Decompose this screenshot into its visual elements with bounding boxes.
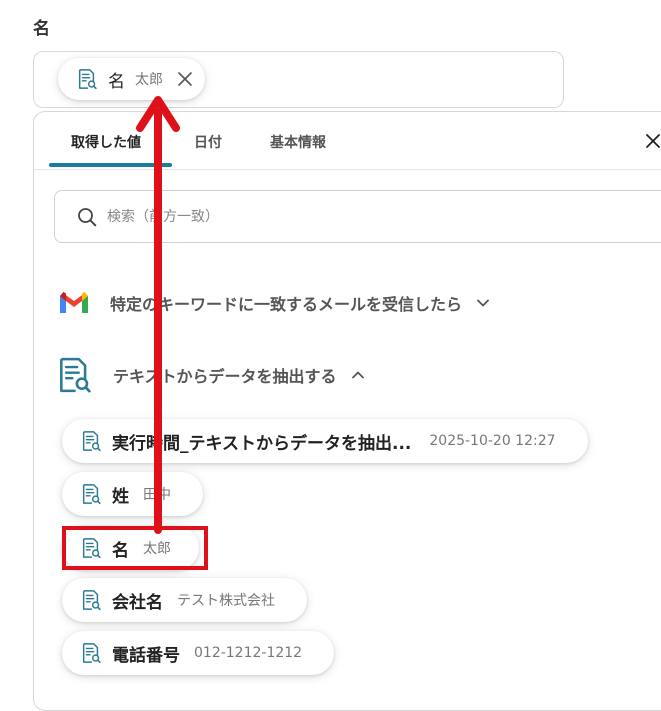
tab-date[interactable]: 日付 [194,132,222,152]
selected-variable-chip[interactable]: 名 太郎 [58,58,205,100]
search-input[interactable] [105,207,509,226]
selected-chip-name: 名 [108,71,125,92]
document-search-icon [80,483,102,505]
chevron-up-icon [351,371,364,379]
list-item[interactable]: 姓 田中 [62,472,203,516]
item-name: 電話番号 [112,645,180,666]
selected-chip-value: 太郎 [135,72,163,88]
item-value: テスト株式会社 [177,593,275,609]
gmail-icon [60,291,88,313]
item-name: 姓 [112,486,129,507]
active-tab-indicator [49,163,172,167]
document-search-icon [80,589,102,611]
document-search-icon [76,68,98,90]
tab-basic-info[interactable]: 基本情報 [270,132,326,152]
list-item[interactable]: 会社名 テスト株式会社 [62,578,307,622]
group-extract-data[interactable]: テキストからデータを抽出する [55,356,365,394]
close-icon[interactable] [177,71,193,87]
list-item[interactable]: 実行時間_テキストからデータを抽出... 2025-10-20 12:27 [62,419,588,463]
tab-bar: 取得した値 日付 基本情報 [34,112,661,170]
document-search-icon [80,430,102,452]
group-label: 特定のキーワードに一致するメールを受信したら [110,295,463,314]
search-box [54,190,661,243]
group-gmail-trigger[interactable]: 特定のキーワードに一致するメールを受信したら [58,290,490,316]
group-label: テキストからデータを抽出する [113,367,337,386]
tab-acquired-values[interactable]: 取得した値 [71,132,141,152]
item-value: 田中 [143,487,171,503]
field-label: 名 [33,19,50,39]
document-search-icon [55,356,93,394]
chevron-down-icon [477,299,489,307]
search-icon [78,207,97,226]
item-name: 実行時間_テキストからデータを抽出... [112,433,412,454]
highlight-box [62,526,208,570]
document-search-icon [80,642,102,664]
list-item[interactable]: 電話番号 012-1212-1212 [62,631,335,675]
close-icon[interactable] [646,134,660,148]
item-name: 会社名 [112,592,163,613]
item-value: 012-1212-1212 [194,645,303,661]
item-value: 2025-10-20 12:27 [429,433,556,449]
